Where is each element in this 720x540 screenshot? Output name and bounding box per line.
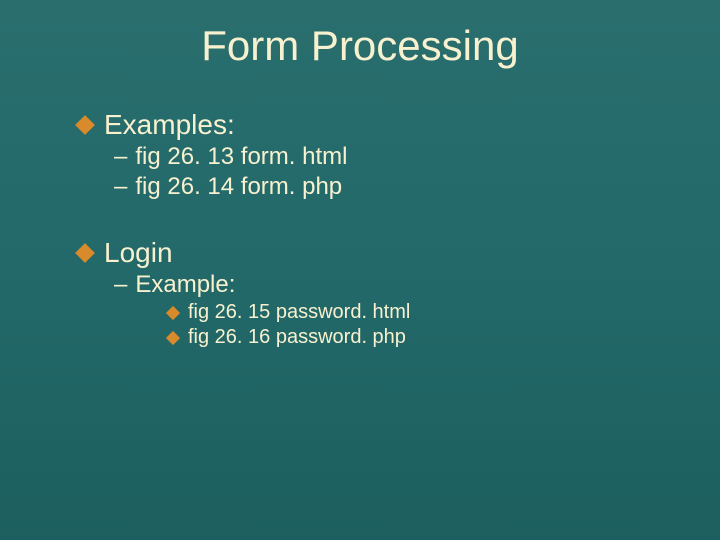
diamond-icon <box>166 305 180 319</box>
dash-icon: – <box>114 271 127 299</box>
slide-title: Form Processing <box>0 22 720 70</box>
list-item: – fig 26. 13 form. html <box>114 143 660 171</box>
list-item: fig 26. 16 password. php <box>168 326 660 349</box>
list-item: – Example: <box>114 271 660 299</box>
item-text: fig 26. 16 password. php <box>188 326 406 349</box>
slide-content: Examples: – fig 26. 13 form. html – fig … <box>78 105 660 351</box>
item-text: fig 26. 14 form. php <box>135 173 342 201</box>
item-text: Example: <box>135 271 235 299</box>
dash-icon: – <box>114 173 127 201</box>
spacer <box>78 203 660 233</box>
list-item: – fig 26. 14 form. php <box>114 173 660 201</box>
list-item: fig 26. 15 password. html <box>168 301 660 324</box>
diamond-icon <box>75 243 95 263</box>
item-text: fig 26. 15 password. html <box>188 301 410 324</box>
item-text: fig 26. 13 form. html <box>135 143 347 171</box>
heading-text: Login <box>104 237 173 269</box>
diamond-icon <box>75 115 95 135</box>
diamond-icon <box>166 330 180 344</box>
dash-icon: – <box>114 143 127 171</box>
heading-text: Examples: <box>104 109 235 141</box>
bullet-login: Login <box>78 237 660 269</box>
slide: Form Processing Examples: – fig 26. 13 f… <box>0 0 720 540</box>
bullet-examples: Examples: <box>78 109 660 141</box>
